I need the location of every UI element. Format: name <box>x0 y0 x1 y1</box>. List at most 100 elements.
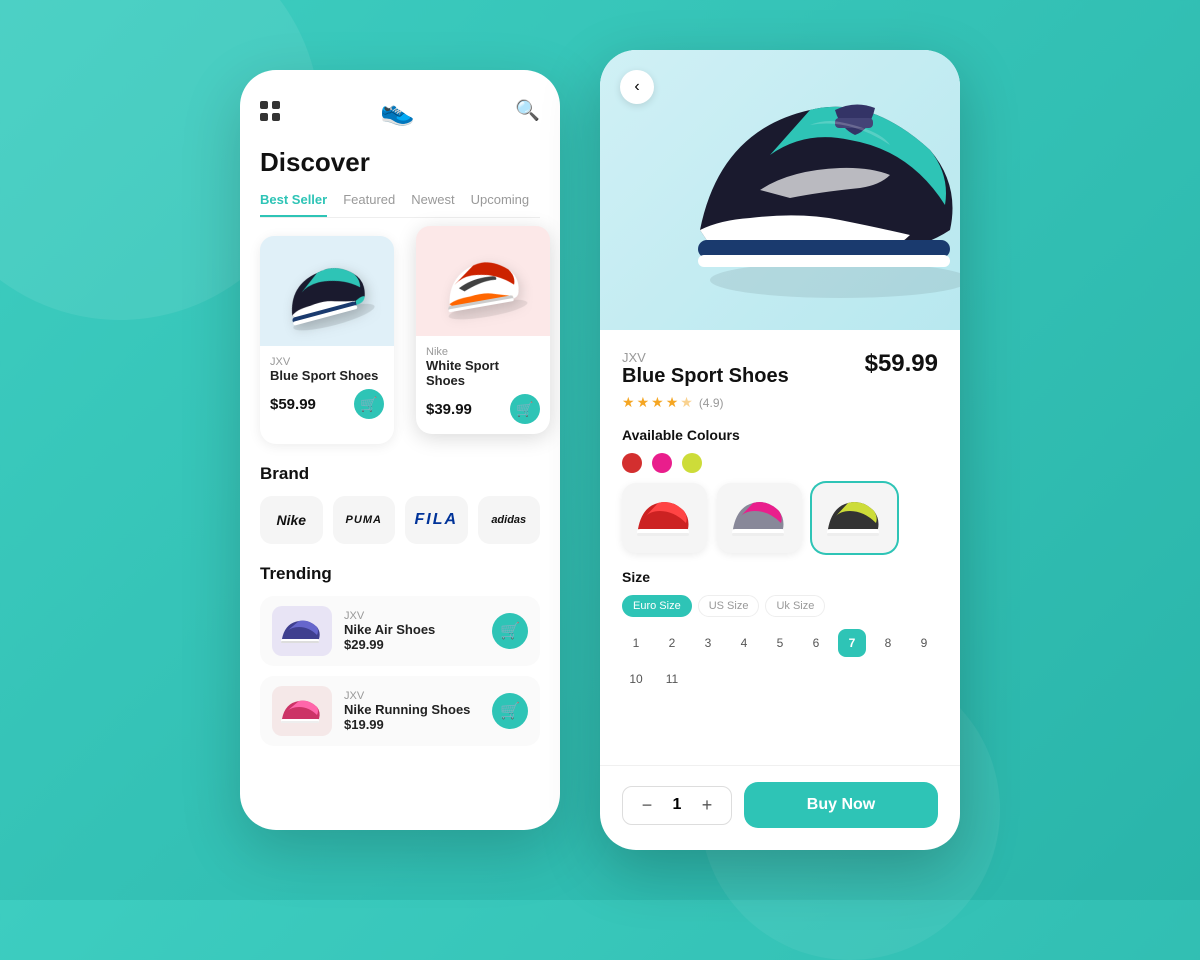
rating-row: ★ ★ ★ ★ ★ (4.9) <box>622 394 938 411</box>
brand-adidas[interactable]: adidas <box>478 496 541 544</box>
size-tab-euro[interactable]: Euro Size <box>622 595 692 617</box>
size-tabs: Euro Size US Size Uk Size <box>622 595 938 617</box>
size-numbers: 1 2 3 4 5 6 7 8 9 10 11 <box>622 629 938 693</box>
brands-row: Nike PUMA FILA adidas <box>260 496 540 544</box>
search-button[interactable]: 🔍 <box>515 98 540 123</box>
colour-thumb-pink[interactable] <box>717 483 802 553</box>
products-grid: JXV Blue Sport Shoes $59.99 🛒 <box>260 236 540 444</box>
detail-product-header: JXV Blue Sport Shoes $59.99 <box>622 350 938 388</box>
quantity-control: − 1 + <box>622 786 732 825</box>
trending-brand-running: JXV <box>344 690 480 702</box>
product-card-blue[interactable]: JXV Blue Sport Shoes $59.99 🛒 <box>260 236 394 444</box>
quantity-decrease-button[interactable]: − <box>637 795 657 816</box>
bottom-bar: − 1 + Buy Now <box>600 765 960 850</box>
product-image-blue <box>260 236 394 346</box>
trending-name-running: Nike Running Shoes <box>344 702 480 717</box>
puma-logo: PUMA <box>346 514 382 526</box>
colour-dot-yellow[interactable] <box>682 453 702 473</box>
product-info-blue: JXV Blue Sport Shoes $59.99 🛒 <box>260 346 394 429</box>
adidas-logo: adidas <box>491 514 526 526</box>
size-8[interactable]: 8 <box>874 629 902 657</box>
colour-thumb-yellow[interactable] <box>812 483 897 553</box>
fila-logo: FILA <box>414 511 458 529</box>
tab-newest[interactable]: Newest <box>411 192 454 217</box>
tab-featured[interactable]: Featured <box>343 192 395 217</box>
size-5[interactable]: 5 <box>766 629 794 657</box>
tab-best-seller[interactable]: Best Seller <box>260 192 327 217</box>
trending-info-air: JXV Nike Air Shoes $29.99 <box>344 610 480 652</box>
size-11[interactable]: 11 <box>658 665 686 693</box>
detail-hero: ‹ <box>600 50 960 330</box>
left-phone: 👟 🔍 Discover Best Seller Featured Newest… <box>240 70 560 830</box>
brand-puma[interactable]: PUMA <box>333 496 396 544</box>
add-to-cart-button-blue[interactable]: 🛒 <box>354 389 384 419</box>
product-footer: $59.99 🛒 <box>270 389 384 419</box>
brand-section-title: Brand <box>260 464 540 484</box>
product-footer-nike: $39.99 🛒 <box>426 394 540 424</box>
trending-item-air[interactable]: JXV Nike Air Shoes $29.99 🛒 <box>260 596 540 666</box>
phone-header: 👟 🔍 <box>260 94 540 127</box>
detail-content: JXV Blue Sport Shoes $59.99 ★ ★ ★ ★ ★ (4… <box>600 330 960 765</box>
star-4: ★ <box>666 394 679 411</box>
star-3: ★ <box>651 394 664 411</box>
size-2[interactable]: 2 <box>658 629 686 657</box>
trending-list: JXV Nike Air Shoes $29.99 🛒 J <box>260 596 540 746</box>
screens-container: 👟 🔍 Discover Best Seller Featured Newest… <box>240 50 960 850</box>
brand-nike[interactable]: Nike <box>260 496 323 544</box>
star-1: ★ <box>622 394 635 411</box>
trending-thumb-running <box>272 686 332 736</box>
size-tab-uk[interactable]: Uk Size <box>765 595 825 617</box>
star-rating: ★ ★ ★ ★ ★ <box>622 394 693 411</box>
detail-name-group: JXV Blue Sport Shoes <box>622 350 789 388</box>
product-price-nike: $39.99 <box>426 401 472 418</box>
detail-brand: JXV <box>622 350 789 365</box>
trending-section-title: Trending <box>260 564 540 584</box>
product-name-nike: White Sport Shoes <box>426 358 540 388</box>
colour-dot-pink[interactable] <box>652 453 672 473</box>
size-3[interactable]: 3 <box>694 629 722 657</box>
trending-item-running[interactable]: JXV Nike Running Shoes $19.99 🛒 <box>260 676 540 746</box>
nike-logo: Nike <box>276 512 306 528</box>
rating-count: (4.9) <box>699 396 724 410</box>
logo-icon: 👟 <box>380 94 415 127</box>
detail-price: $59.99 <box>865 350 938 378</box>
product-name: Blue Sport Shoes <box>270 368 384 383</box>
colour-dots <box>622 453 938 473</box>
page-title: Discover <box>260 147 540 178</box>
size-9[interactable]: 9 <box>910 629 938 657</box>
size-label: Size <box>622 569 938 585</box>
add-to-cart-button-nike[interactable]: 🛒 <box>510 394 540 424</box>
detail-product-name: Blue Sport Shoes <box>622 365 789 388</box>
quantity-increase-button[interactable]: + <box>697 795 717 816</box>
product-price: $59.99 <box>270 396 316 413</box>
quantity-value: 1 <box>669 796 685 814</box>
trending-price-air: $29.99 <box>344 637 480 652</box>
colour-thumb-red[interactable] <box>622 483 707 553</box>
trending-thumb-air <box>272 606 332 656</box>
category-tabs: Best Seller Featured Newest Upcoming <box>260 192 540 218</box>
trending-cart-running[interactable]: 🛒 <box>492 693 528 729</box>
star-5-half: ★ <box>680 394 693 411</box>
brand-fila[interactable]: FILA <box>405 496 468 544</box>
colour-dot-red[interactable] <box>622 453 642 473</box>
product-info-white: Nike White Sport Shoes $39.99 🛒 <box>416 336 550 434</box>
product-brand-nike: Nike <box>426 346 540 358</box>
menu-icon[interactable] <box>260 101 280 121</box>
star-2: ★ <box>637 394 650 411</box>
size-tab-us[interactable]: US Size <box>698 595 760 617</box>
size-1[interactable]: 1 <box>622 629 650 657</box>
trending-price-running: $19.99 <box>344 717 480 732</box>
tab-upcoming[interactable]: Upcoming <box>471 192 530 217</box>
product-brand: JXV <box>270 356 384 368</box>
colours-section: Available Colours <box>622 427 938 553</box>
size-10[interactable]: 10 <box>622 665 650 693</box>
right-phone: ‹ <box>600 50 960 850</box>
product-card-white[interactable]: Nike White Sport Shoes $39.99 🛒 <box>416 226 550 434</box>
buy-now-button[interactable]: Buy Now <box>744 782 938 828</box>
trending-info-running: JXV Nike Running Shoes $19.99 <box>344 690 480 732</box>
trending-name-air: Nike Air Shoes <box>344 622 480 637</box>
size-4[interactable]: 4 <box>730 629 758 657</box>
size-6[interactable]: 6 <box>802 629 830 657</box>
size-7[interactable]: 7 <box>838 629 866 657</box>
trending-cart-air[interactable]: 🛒 <box>492 613 528 649</box>
